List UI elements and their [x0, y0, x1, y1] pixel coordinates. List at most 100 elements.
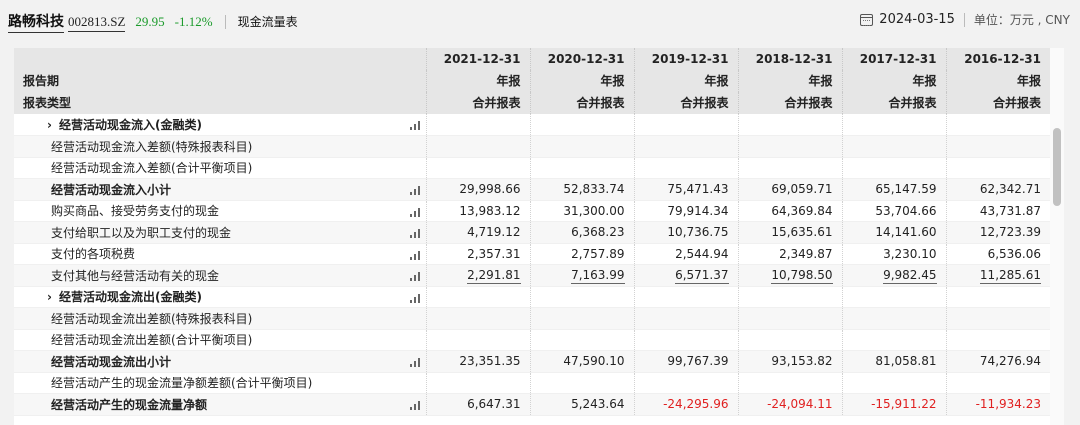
value-cell: 12,723.39	[945, 221, 1050, 244]
row-label-text: 经营活动产生的现金流量净额差额(合计平衡项目)	[51, 376, 313, 391]
value-cell: 10,736.75	[633, 221, 738, 244]
bar-chart-icon[interactable]	[409, 293, 422, 303]
value-cell	[841, 135, 946, 158]
row-label[interactable]: › 经营活动现金流入(金融类)	[14, 114, 426, 136]
expand-chevron-icon[interactable]: ›	[47, 290, 59, 304]
value-cell: 75,471.43	[633, 178, 738, 201]
cell-value[interactable]: 2,291.81	[467, 268, 521, 285]
value-cell[interactable]: 9,982.45	[841, 264, 946, 287]
value-cell	[841, 307, 946, 330]
value-cell[interactable]: 10,798.50	[737, 264, 842, 287]
value-cell	[841, 372, 946, 394]
bar-chart-icon[interactable]	[409, 207, 422, 217]
value-cell	[529, 372, 634, 394]
value-cell	[737, 135, 842, 158]
value-cell: 6,536.06	[945, 243, 1050, 265]
value-cell	[425, 114, 530, 136]
bar-chart-icon[interactable]	[409, 185, 422, 195]
value-cell[interactable]: 6,571.37	[633, 264, 738, 287]
value-cell	[737, 157, 842, 179]
stock-change: -1.12%	[174, 14, 213, 29]
stock-code-link[interactable]: 002813.SZ	[68, 14, 126, 32]
header-label: 报告期	[14, 70, 426, 92]
cell-value: 4,719.12	[467, 225, 521, 240]
row-label-text: 经营活动现金流入(金融类)	[59, 118, 202, 132]
cell-value: 65,147.59	[875, 182, 937, 197]
value-cell	[633, 307, 738, 330]
value-cell[interactable]: 11,285.61	[945, 264, 1050, 287]
header-cell: 2016-12-31	[945, 48, 1050, 70]
cell-value[interactable]: 10,798.50	[771, 268, 833, 285]
header-cell: 年报	[633, 70, 738, 92]
value-cell: -11,934.23	[945, 393, 1050, 416]
value-cell	[945, 307, 1050, 330]
bar-chart-icon[interactable]	[409, 228, 422, 238]
row-label: 支付其他与经营活动有关的现金	[14, 264, 426, 287]
value-cell	[425, 135, 530, 158]
header-cell: 合并报表	[841, 92, 946, 114]
row-label-text: 经营活动现金流出差额(合计平衡项目)	[51, 333, 253, 348]
cell-value: 6,536.06	[987, 246, 1041, 261]
value-cell: -24,094.11	[737, 393, 842, 416]
value-cell	[529, 286, 634, 308]
row-label-text: 经营活动现金流入小计	[51, 182, 172, 197]
value-cell: 43,731.87	[945, 200, 1050, 222]
bar-chart-icon[interactable]	[409, 357, 422, 367]
value-cell	[529, 114, 634, 136]
value-cell	[945, 157, 1050, 179]
value-cell: 52,833.74	[529, 178, 634, 201]
header-cell: 年报	[529, 70, 634, 92]
value-cell: 13,983.12	[425, 200, 530, 222]
calendar-icon[interactable]	[860, 13, 874, 26]
value-cell: 14,141.60	[841, 221, 946, 244]
cell-value[interactable]: 7,163.99	[571, 268, 625, 285]
divider	[224, 15, 226, 29]
value-cell[interactable]: 2,291.81	[425, 264, 530, 287]
bar-chart-icon[interactable]	[409, 120, 422, 130]
cell-value[interactable]: 11,285.61	[979, 268, 1041, 285]
bar-chart-icon[interactable]	[409, 250, 422, 260]
bar-chart-icon[interactable]	[409, 400, 422, 410]
cell-value: 2,349.87	[779, 246, 833, 261]
table-row: 支付的各项税费 2,357.31 2,757.89 2,544.94 2,349.87 3…	[14, 243, 1050, 265]
value-cell: 5,243.64	[529, 393, 634, 416]
report-date[interactable]: 2024-03-15	[879, 12, 955, 27]
header-cell: 年报	[841, 70, 946, 92]
table-row: › 经营活动现金流出(金融类)	[14, 286, 1050, 308]
value-cell	[529, 307, 634, 330]
header-cell: 年报	[945, 70, 1050, 92]
row-label[interactable]: › 经营活动现金流出(金融类)	[14, 286, 426, 308]
header-cell: 合并报表	[945, 92, 1050, 114]
cell-value[interactable]: 6,571.37	[675, 268, 729, 285]
bar-chart-icon[interactable]	[409, 271, 422, 281]
cell-value[interactable]: 9,982.45	[883, 268, 937, 285]
cell-value: 10,736.75	[667, 225, 729, 240]
value-cell	[737, 329, 842, 351]
scrollbar-thumb[interactable]	[1053, 128, 1061, 206]
row-label: 经营活动现金流入小计	[14, 178, 426, 201]
value-cell[interactable]: 7,163.99	[529, 264, 634, 287]
vertical-scrollbar[interactable]	[1050, 48, 1064, 425]
cell-value: 6,368.23	[571, 225, 625, 240]
header-cell: 2018-12-31	[737, 48, 842, 70]
row-label: 经营活动产生的现金流量净额差额(合计平衡项目)	[14, 372, 426, 394]
value-cell: 65,147.59	[841, 178, 946, 201]
value-cell	[737, 307, 842, 330]
cell-value: -15,911.22	[871, 397, 937, 412]
cell-value: 15,635.61	[771, 225, 833, 240]
value-cell: 99,767.39	[633, 350, 738, 373]
cell-value: 62,342.71	[979, 182, 1041, 197]
cashflow-table: 2021-12-31 2020-12-31 2019-12-31 2018-12-31…	[14, 48, 1050, 416]
header-cell: 2017-12-31	[841, 48, 946, 70]
stock-name-link[interactable]: 路畅科技	[8, 11, 64, 33]
date-unit-bar: 2024-03-15 单位：万元 , CNY	[860, 11, 1070, 28]
table-row: 经营活动产生的现金流量净额 6,647.31 5,243.64 -24,295.96 -…	[14, 393, 1050, 416]
expand-chevron-icon[interactable]: ›	[47, 118, 59, 132]
value-cell	[945, 372, 1050, 394]
cell-value: -24,094.11	[767, 397, 833, 412]
row-label: 经营活动现金流入差额(特殊报表科目)	[14, 135, 426, 158]
cell-value: 31,300.00	[563, 203, 625, 218]
value-cell: 23,351.35	[425, 350, 530, 373]
row-label: 经营活动现金流出小计	[14, 350, 426, 373]
value-cell	[945, 286, 1050, 308]
